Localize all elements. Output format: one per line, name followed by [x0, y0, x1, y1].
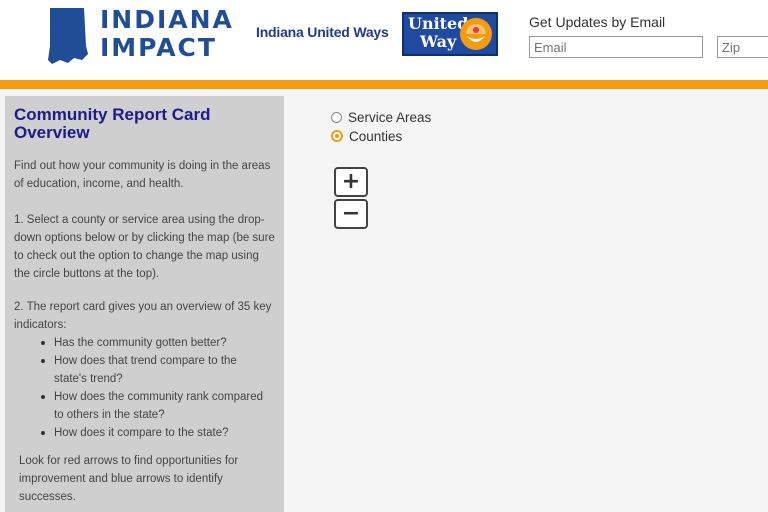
email-updates-label: Get Updates by Email [529, 14, 666, 30]
logo-line-2: IMPACT [100, 33, 217, 62]
indicator-questions-list: Has the community gotten better? How doe… [32, 334, 272, 442]
header-divider [0, 80, 768, 89]
report-card-sidebar: Community Report Card Overview Find out … [5, 96, 284, 512]
logo-line-1: INDIANA [100, 5, 234, 34]
united-way-hand-icon [460, 18, 492, 50]
partner-name[interactable]: Indiana United Ways [256, 24, 389, 40]
radio-counties[interactable]: Counties [331, 128, 402, 144]
sidebar-step-1: 1. Select a county or service area using… [14, 214, 275, 280]
site-logo[interactable]: INDIANA IMPACT [100, 6, 234, 62]
site-header: INDIANA IMPACT Indiana United Ways Unite… [0, 0, 768, 80]
radio-label: Service Areas [348, 109, 432, 125]
zip-input[interactable] [717, 36, 768, 58]
indiana-state-icon [48, 8, 88, 64]
zoom-in-button[interactable]: + [334, 167, 368, 197]
radio-unchecked-icon[interactable] [331, 111, 342, 123]
list-item: How does the community rank compared to … [32, 388, 272, 424]
radio-label: Counties [349, 128, 403, 144]
sidebar-intro: Find out how your community is doing in … [14, 160, 271, 190]
sidebar-title: Community Report Card Overview [14, 105, 211, 142]
united-way-logo[interactable]: United Way [402, 12, 498, 56]
radio-checked-icon[interactable] [331, 130, 343, 142]
zoom-out-button[interactable]: − [334, 199, 368, 229]
radio-service-areas[interactable]: Service Areas [331, 109, 431, 125]
email-input[interactable] [529, 36, 703, 58]
list-item: Has the community gotten better? [32, 334, 272, 352]
list-item: How does that trend compare to the state… [32, 352, 272, 388]
sidebar-step-2: 2. The report card gives you an overview… [14, 301, 272, 331]
list-item: How does it compare to the state? [32, 424, 272, 442]
sidebar-footer: Look for red arrows to find opportunitie… [19, 455, 239, 503]
